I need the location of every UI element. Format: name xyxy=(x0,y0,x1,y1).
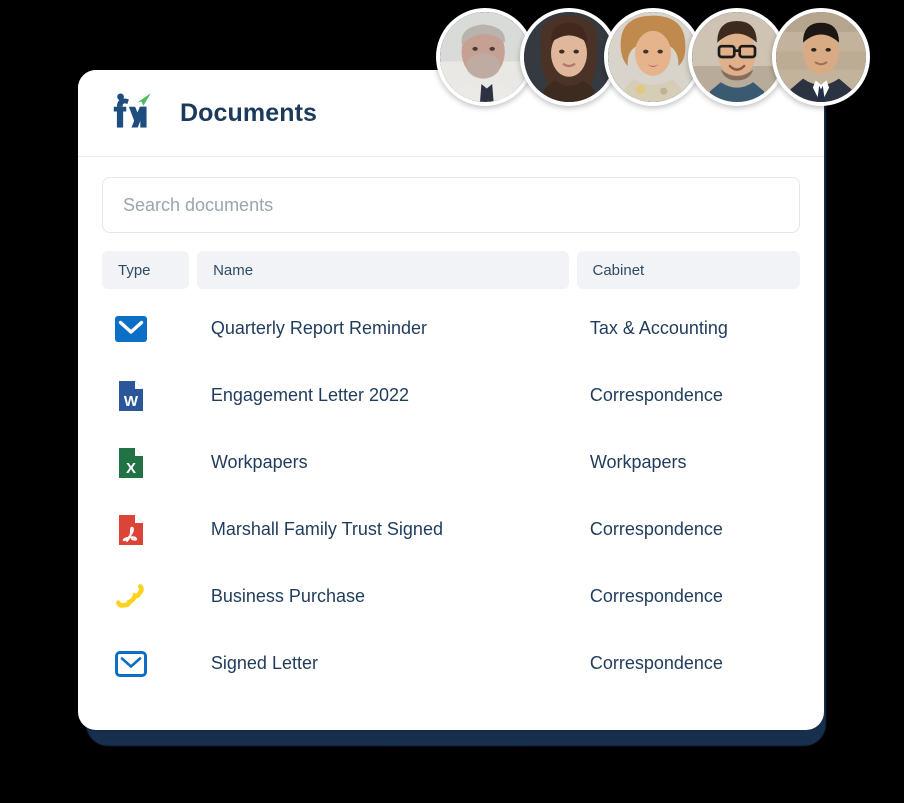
row-type-cell xyxy=(102,312,190,346)
row-cabinet-cell: Tax & Accounting xyxy=(589,318,728,338)
envelope-outline-icon xyxy=(115,650,147,677)
row-name-cell: Workpapers xyxy=(210,452,308,472)
column-header-cabinet[interactable]: Cabinet xyxy=(576,251,800,289)
avatar-photo-3 xyxy=(608,12,698,102)
table-row[interactable]: Signed Letter Correspondence xyxy=(102,630,800,697)
row-name-cell: Marshall Family Trust Signed xyxy=(210,519,443,539)
row-type-cell: W xyxy=(102,379,190,413)
table-row[interactable]: Business Purchase Correspondence xyxy=(102,563,800,630)
avatar[interactable] xyxy=(772,8,870,106)
avatar-photo-4 xyxy=(692,12,782,102)
phone-icon xyxy=(116,583,144,608)
excel-document-icon: X xyxy=(119,447,143,478)
avatar-photo-2 xyxy=(524,12,614,102)
avatar-photo-1 xyxy=(440,12,530,102)
row-cabinet-cell: Workpapers xyxy=(589,452,687,472)
row-name-cell: Signed Letter xyxy=(210,653,318,673)
documents-list: Quarterly Report Reminder Tax & Accounti… xyxy=(102,295,800,697)
avatar-photo-5 xyxy=(776,12,866,102)
table-row[interactable]: Marshall Family Trust Signed Corresponde… xyxy=(102,496,800,563)
row-name-cell: Quarterly Report Reminder xyxy=(210,318,427,338)
row-type-cell xyxy=(102,513,190,547)
row-type-cell: X xyxy=(102,446,190,480)
svg-text:X: X xyxy=(126,460,136,477)
column-header-name[interactable]: Name xyxy=(197,251,569,289)
row-cabinet-cell: Correspondence xyxy=(589,519,723,539)
table-row[interactable]: X Workpapers Workpapers xyxy=(102,429,800,496)
documents-card: Documents Type Name Cabinet xyxy=(78,70,824,730)
word-document-icon: W xyxy=(119,380,143,411)
pdf-document-icon xyxy=(119,514,143,545)
row-cabinet-cell: Correspondence xyxy=(589,653,723,673)
screenshot-root: Documents Type Name Cabinet xyxy=(0,0,904,803)
row-type-cell xyxy=(102,580,190,614)
column-header-type[interactable]: Type xyxy=(102,251,190,289)
avatar-group xyxy=(436,8,870,106)
row-name-cell: Engagement Letter 2022 xyxy=(210,385,410,405)
search-input[interactable] xyxy=(102,177,800,233)
card-body: Type Name Cabinet Quarterly Report Remin… xyxy=(78,157,824,697)
row-cabinet-cell: Correspondence xyxy=(589,385,723,405)
page-title: Documents xyxy=(180,98,318,127)
table-header-row: Type Name Cabinet xyxy=(102,251,800,289)
row-type-cell xyxy=(102,647,190,681)
row-name-cell: Business Purchase xyxy=(210,586,365,606)
table-row[interactable]: Quarterly Report Reminder Tax & Accounti… xyxy=(102,295,800,362)
envelope-filled-icon xyxy=(115,315,147,342)
fyi-logo-icon xyxy=(113,93,151,128)
row-cabinet-cell: Correspondence xyxy=(589,586,723,606)
svg-text:W: W xyxy=(124,393,139,410)
table-row[interactable]: W Engagement Letter 2022 Correspondence xyxy=(102,362,800,429)
